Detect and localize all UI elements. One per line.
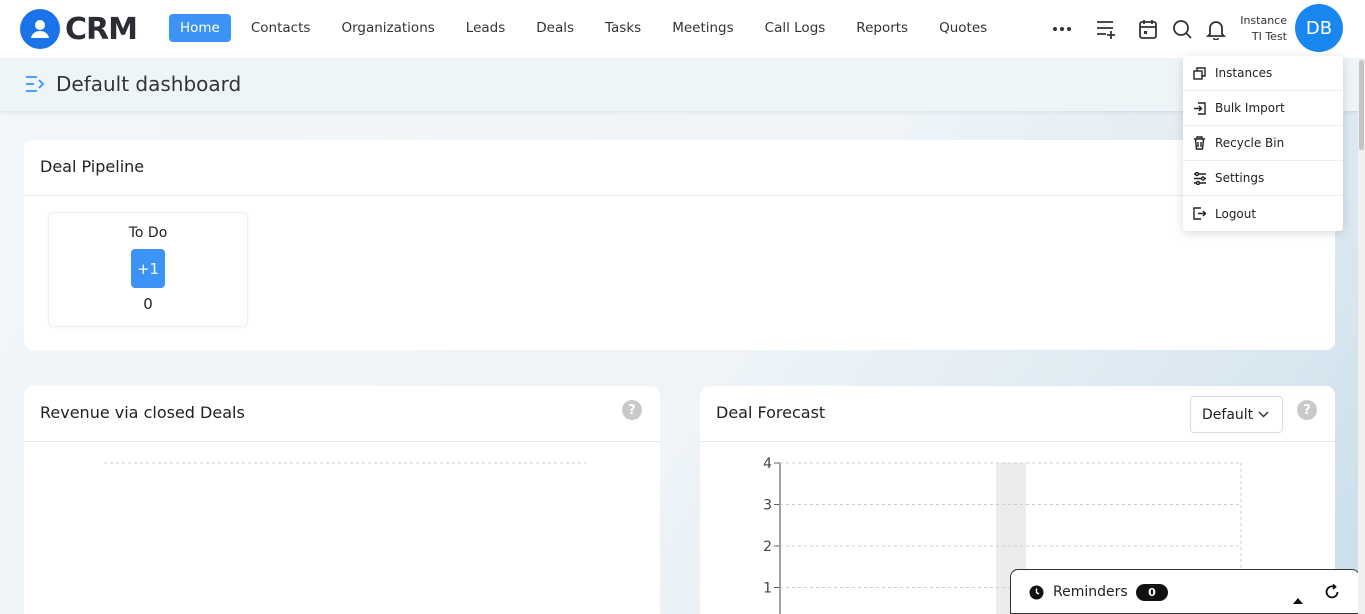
bell-icon[interactable] bbox=[1204, 17, 1228, 41]
revenue-card: Revenue via closed Deals ? bbox=[24, 386, 660, 614]
card-divider bbox=[700, 441, 1335, 442]
reminders-panel[interactable]: Reminders 0 bbox=[1010, 569, 1360, 614]
top-navigation-bar: CRM Home Contacts Organizations Leads De… bbox=[0, 0, 1365, 58]
trash-icon bbox=[1192, 136, 1207, 151]
forecast-select-value: Default bbox=[1202, 406, 1254, 423]
menu-item-label: Bulk Import bbox=[1215, 101, 1285, 115]
menu-item-logout[interactable]: Logout bbox=[1183, 196, 1343, 231]
nav-item-leads[interactable]: Leads bbox=[455, 14, 516, 42]
forecast-help-icon[interactable]: ? bbox=[1297, 400, 1317, 420]
chart-y-tick-label: 4 bbox=[763, 456, 772, 472]
instance-label: Instance bbox=[1240, 14, 1287, 27]
deal-pipeline-title: Deal Pipeline bbox=[40, 157, 145, 176]
avatar[interactable]: DB bbox=[1295, 4, 1343, 52]
chart-y-tick-label: 1 bbox=[763, 581, 772, 597]
deal-pipeline-card: Deal Pipeline To Do +1 0 bbox=[24, 140, 1335, 350]
refresh-icon[interactable] bbox=[1324, 583, 1340, 604]
reminders-label: Reminders bbox=[1053, 584, 1128, 600]
copy-icon bbox=[1192, 66, 1207, 81]
calendar-icon[interactable] bbox=[1136, 17, 1160, 41]
nav-item-call-logs[interactable]: Call Logs bbox=[754, 14, 837, 42]
app-name: CRM bbox=[65, 11, 138, 47]
user-dropdown-menu: Instances Bulk Import Recycle Bin Settin… bbox=[1183, 56, 1343, 231]
clock-icon bbox=[1029, 585, 1044, 604]
pipeline-stage-label: To Do bbox=[128, 225, 168, 241]
menu-item-label: Instances bbox=[1215, 66, 1273, 80]
sidebar-toggle-icon[interactable] bbox=[25, 75, 47, 97]
pipeline-stage-count: 0 bbox=[143, 295, 153, 313]
pipeline-stage-card[interactable]: To Do +1 0 bbox=[48, 212, 248, 327]
revenue-chart-gridline bbox=[104, 462, 586, 464]
deal-forecast-title: Deal Forecast bbox=[716, 403, 826, 422]
menu-item-label: Recycle Bin bbox=[1215, 136, 1285, 150]
nav-item-meetings[interactable]: Meetings bbox=[661, 14, 744, 42]
revenue-help-icon[interactable]: ? bbox=[622, 400, 642, 420]
instance-name: TI Test bbox=[1251, 30, 1287, 43]
revenue-title: Revenue via closed Deals bbox=[40, 403, 245, 422]
nav-item-reports[interactable]: Reports bbox=[845, 14, 919, 42]
pipeline-stage-add-button[interactable]: +1 bbox=[131, 249, 165, 288]
menu-item-bulk-import[interactable]: Bulk Import bbox=[1183, 91, 1343, 126]
main-nav: Home Contacts Organizations Leads Deals … bbox=[169, 14, 1007, 42]
card-divider bbox=[24, 441, 660, 442]
more-icon[interactable] bbox=[1050, 17, 1074, 41]
menu-item-instances[interactable]: Instances bbox=[1183, 56, 1343, 91]
menu-item-label: Settings bbox=[1215, 171, 1265, 185]
nav-item-contacts[interactable]: Contacts bbox=[240, 14, 322, 42]
sliders-icon bbox=[1192, 171, 1207, 186]
logo-user-icon bbox=[20, 9, 60, 49]
chevron-down-icon bbox=[1258, 411, 1269, 418]
page-title: Default dashboard bbox=[56, 72, 242, 96]
menu-item-label: Logout bbox=[1215, 206, 1257, 221]
nav-item-tasks[interactable]: Tasks bbox=[594, 14, 652, 42]
instance-info: Instance TI Test bbox=[1240, 13, 1287, 45]
caret-up-icon[interactable] bbox=[1293, 589, 1303, 608]
nav-item-quotes[interactable]: Quotes bbox=[928, 14, 998, 42]
page-scrollbar-thumb[interactable] bbox=[1359, 60, 1364, 150]
nav-item-organizations[interactable]: Organizations bbox=[330, 14, 445, 42]
menu-item-recycle-bin[interactable]: Recycle Bin bbox=[1183, 126, 1343, 161]
chart-y-tick-label: 3 bbox=[763, 498, 772, 514]
nav-item-deals[interactable]: Deals bbox=[525, 14, 585, 42]
card-divider bbox=[24, 195, 1335, 196]
menu-item-settings[interactable]: Settings bbox=[1183, 161, 1343, 196]
nav-item-home[interactable]: Home bbox=[169, 14, 231, 42]
page-header: Default dashboard bbox=[0, 58, 1365, 111]
logout-icon bbox=[1192, 206, 1207, 221]
chart-y-tick-label: 2 bbox=[763, 539, 772, 555]
import-icon bbox=[1192, 101, 1207, 116]
search-icon[interactable] bbox=[1170, 17, 1194, 41]
reminders-count-badge: 0 bbox=[1136, 584, 1168, 601]
add-list-icon[interactable] bbox=[1094, 17, 1118, 41]
app-logo[interactable]: CRM bbox=[20, 9, 138, 49]
forecast-select[interactable]: Default bbox=[1190, 396, 1283, 433]
